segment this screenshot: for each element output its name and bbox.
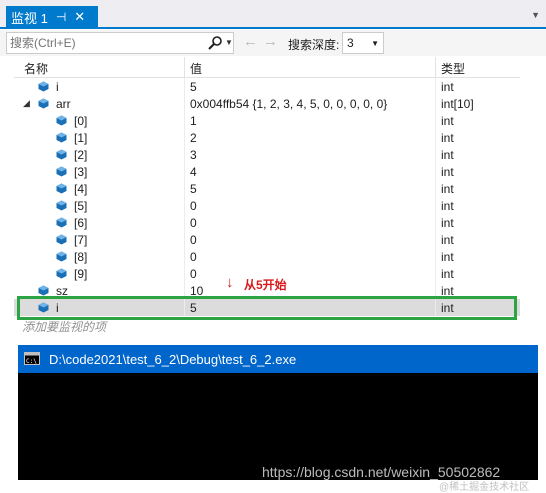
search-icon[interactable]: [207, 35, 223, 51]
column-header-name[interactable]: 名称: [24, 60, 48, 77]
annotation-text: 从5开始: [244, 278, 287, 292]
console-title: D:\code2021\test_6_2\Debug\test_6_2.exe: [49, 352, 297, 367]
watch-type: int: [441, 250, 454, 264]
watch-value: 5: [190, 80, 197, 94]
watch-row-arr-4[interactable]: [4] 5 int: [14, 180, 520, 197]
watch-type: int: [441, 80, 454, 94]
watch-name: [7]: [74, 233, 88, 247]
watch-toolbar: ▼ ← → 搜索深度: 3 ▼: [0, 30, 546, 56]
watch-type: int: [441, 233, 454, 247]
console-app-icon: C:\: [24, 352, 40, 365]
watch-row-arr-5[interactable]: [5] 0 int: [14, 197, 520, 214]
watch-value: 5: [190, 182, 197, 196]
svg-text:C:\: C:\: [26, 358, 37, 365]
variable-icon: [56, 149, 67, 160]
watch-name: [8]: [74, 250, 88, 264]
variable-icon: [56, 132, 67, 143]
search-options-chevron-icon[interactable]: ▼: [225, 38, 233, 47]
column-divider[interactable]: [184, 57, 185, 77]
forward-arrow-icon[interactable]: →: [263, 34, 278, 50]
highlight-box: [17, 296, 517, 320]
watch-row-arr-7[interactable]: [7] 0 int: [14, 231, 520, 248]
watch-name: [0]: [74, 114, 88, 128]
variable-icon: [56, 115, 67, 126]
watch-value: 4: [190, 165, 197, 179]
annotation-arrow-icon: ↓: [226, 274, 234, 291]
variable-icon: [56, 268, 67, 279]
watch-name: i: [56, 80, 59, 94]
watch-name: [4]: [74, 182, 88, 196]
collapse-triangle-icon[interactable]: ◢: [23, 98, 30, 109]
watch-row-i[interactable]: i 5 int: [14, 78, 520, 95]
watch-type: int: [441, 216, 454, 230]
watch-value: 0: [190, 199, 197, 213]
watch-type: int: [441, 148, 454, 162]
watch-name: [5]: [74, 199, 88, 213]
watch-type: int: [441, 165, 454, 179]
watch-type: int: [441, 199, 454, 213]
watch-value: 0: [190, 233, 197, 247]
tab-watch-1[interactable]: 监视 1 ⊣ ✕: [6, 6, 98, 28]
column-divider[interactable]: [435, 57, 436, 77]
add-watch-item-hint[interactable]: 添加要监视的项: [22, 318, 106, 335]
chevron-down-icon: ▼: [371, 39, 379, 48]
variable-icon: [38, 98, 49, 109]
watch-value: 3: [190, 148, 197, 162]
column-header-value[interactable]: 值: [190, 60, 202, 77]
back-arrow-icon[interactable]: ←: [243, 34, 258, 50]
watermark-secondary: @稀土掘金技术社区: [439, 482, 530, 493]
watch-row-arr[interactable]: ◢ arr 0x004ffb54 {1, 2, 3, 4, 5, 0, 0, 0…: [14, 95, 520, 112]
column-header-row: 名称 值 类型: [14, 57, 520, 78]
search-input[interactable]: [10, 35, 190, 51]
search-box[interactable]: ▼: [6, 32, 234, 54]
variable-icon: [38, 285, 49, 296]
watch-value: 2: [190, 131, 197, 145]
watch-name: [6]: [74, 216, 88, 230]
watch-name: [9]: [74, 267, 88, 281]
watch-row-arr-6[interactable]: [6] 0 int: [14, 214, 520, 231]
watch-row-arr-3[interactable]: [3] 4 int: [14, 163, 520, 180]
watch-value: 0: [190, 267, 197, 281]
column-header-type[interactable]: 类型: [441, 60, 465, 77]
console-window: C:\ D:\code2021\test_6_2\Debug\test_6_2.…: [18, 345, 538, 480]
variable-icon: [38, 81, 49, 92]
watch-value: 0x004ffb54 {1, 2, 3, 4, 5, 0, 0, 0, 0, 0…: [190, 97, 388, 111]
variable-icon: [56, 234, 67, 245]
variable-icon: [56, 217, 67, 228]
search-depth-select[interactable]: 3 ▼: [342, 32, 384, 54]
watch-type: int: [441, 131, 454, 145]
window-menu-icon[interactable]: ▼: [531, 10, 540, 20]
watch-value: 1: [190, 114, 197, 128]
watch-row-arr-1[interactable]: [1] 2 int: [14, 129, 520, 146]
close-icon[interactable]: ✕: [74, 9, 85, 25]
watch-value: 0: [190, 216, 197, 230]
tab-title: 监视 1: [11, 10, 48, 26]
watch-value: 0: [190, 250, 197, 264]
watch-type: int: [441, 182, 454, 196]
tab-strip: 监视 1 ⊣ ✕ ▼: [0, 0, 546, 28]
watch-name: arr: [56, 97, 71, 111]
tab-underline: [0, 27, 546, 29]
console-title-bar[interactable]: C:\ D:\code2021\test_6_2\Debug\test_6_2.…: [18, 345, 538, 373]
variable-icon: [56, 251, 67, 262]
watch-row-arr-2[interactable]: [2] 3 int: [14, 146, 520, 163]
watch-type: int: [441, 267, 454, 281]
watch-type: int: [441, 114, 454, 128]
variable-icon: [56, 183, 67, 194]
watch-name: [1]: [74, 131, 88, 145]
watch-row-arr-0[interactable]: [0] 1 int: [14, 112, 520, 129]
pin-icon[interactable]: ⊣: [56, 10, 66, 24]
watch-name: [3]: [74, 165, 88, 179]
variable-icon: [56, 166, 67, 177]
watch-row-arr-8[interactable]: [8] 0 int: [14, 248, 520, 265]
search-depth-label: 搜索深度:: [288, 38, 340, 52]
watch-type: int[10]: [441, 97, 474, 111]
search-depth-value: 3: [347, 36, 354, 50]
variable-icon: [56, 200, 67, 211]
watch-name: [2]: [74, 148, 88, 162]
